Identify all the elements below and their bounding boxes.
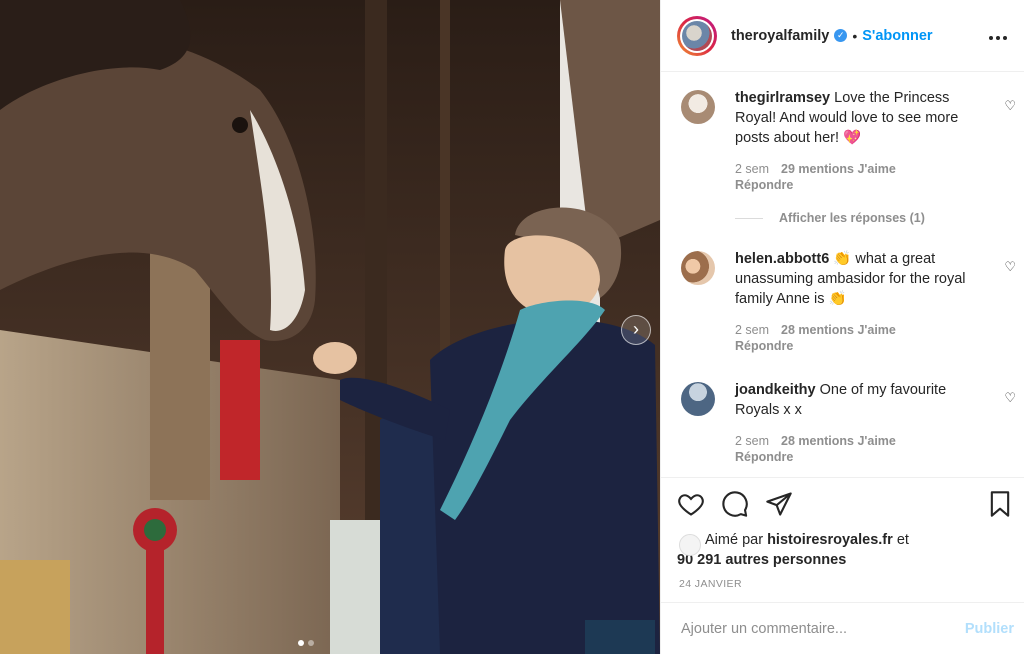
comment-like-heart-icon[interactable]: ♡	[1004, 257, 1016, 277]
liked-by-user[interactable]: histoiresroyales.fr	[767, 532, 893, 548]
reply-button[interactable]: Répondre	[735, 338, 962, 354]
action-icon-row	[661, 478, 1024, 530]
comment-likes-count[interactable]: 28 mentions J'aime	[781, 434, 896, 448]
account-avatar[interactable]	[677, 15, 717, 56]
reply-button[interactable]: Répondre	[735, 177, 962, 193]
comment-username[interactable]: joandkeithy	[735, 382, 816, 398]
comment-username[interactable]: helen.abbott6	[735, 251, 829, 267]
post-actions: Aimé par histoiresroyales.fr et 90 291 a…	[661, 477, 1024, 590]
comment-body: joandkeithy One of my favourite Royals x…	[735, 380, 974, 420]
comment-item: joandkeithy One of my favourite Royals x…	[661, 380, 1024, 465]
post-photo[interactable]: ›	[0, 0, 660, 654]
carousel-dot	[298, 640, 304, 646]
add-comment-input[interactable]	[679, 619, 965, 638]
comment-like-heart-icon[interactable]: ♡	[1004, 388, 1016, 408]
liked-by-and: et	[896, 532, 909, 548]
photo-illustration	[0, 0, 660, 654]
follow-button[interactable]: S'abonner	[862, 28, 932, 44]
comment-likes-count[interactable]: 29 mentions J'aime	[781, 162, 896, 176]
liked-by-prefix: Aimé par	[705, 532, 764, 548]
separator-dot: •	[852, 27, 858, 44]
comment-avatar[interactable]	[681, 251, 715, 285]
liked-by-others[interactable]: 90 291 autres personnes	[677, 552, 846, 568]
comment-body: thegirlramsey Love the Princess Royal! A…	[735, 88, 974, 148]
next-image-button[interactable]: ›	[621, 315, 651, 345]
comment-item: thegirlramsey Love the Princess Royal! A…	[661, 88, 1024, 193]
publish-button[interactable]: Publier	[965, 621, 1014, 637]
view-replies-label: Afficher les réponses (1)	[779, 211, 925, 225]
comment-time: 2 sem	[735, 162, 770, 176]
post-side-panel: theroyalfamily ✓ • S'abonner thegirlrams…	[660, 0, 1024, 654]
comment-time: 2 sem	[735, 434, 770, 448]
comment-meta: 2 sem 28 mentions J'aime Répondre	[735, 322, 974, 354]
more-options-icon[interactable]	[988, 25, 1008, 46]
comment-likes-count[interactable]: 28 mentions J'aime	[781, 323, 896, 337]
share-paper-plane-icon[interactable]	[765, 490, 793, 518]
comment-avatar[interactable]	[681, 382, 715, 416]
account-username[interactable]: theroyalfamily	[731, 28, 829, 44]
avatar-image	[682, 20, 712, 51]
comment-bubble-icon[interactable]	[721, 490, 749, 518]
replies-divider	[735, 217, 763, 219]
bookmark-icon[interactable]	[986, 490, 1014, 518]
view-replies-button[interactable]: Afficher les réponses (1)	[735, 211, 1024, 225]
comment-username[interactable]: thegirlramsey	[735, 90, 830, 106]
comment-avatar[interactable]	[681, 90, 715, 124]
comment-item: helen.abbott6 👏 what a great unassuming …	[661, 249, 1024, 354]
reply-button[interactable]: Répondre	[735, 449, 962, 465]
carousel-indicator	[298, 640, 314, 646]
post-date[interactable]: 24 JANVIER	[661, 578, 1024, 590]
comment-meta: 2 sem 29 mentions J'aime Répondre	[735, 161, 974, 193]
like-heart-icon[interactable]	[677, 490, 705, 518]
comments-list[interactable]: thegirlramsey Love the Princess Royal! A…	[661, 88, 1024, 476]
add-comment-bar: Publier	[661, 602, 1024, 654]
liker-avatar[interactable]	[679, 534, 701, 556]
comment-time: 2 sem	[735, 323, 770, 337]
post-header: theroyalfamily ✓ • S'abonner	[661, 0, 1024, 72]
liked-by-summary: Aimé par histoiresroyales.fr et 90 291 a…	[661, 530, 1024, 570]
comment-meta: 2 sem 28 mentions J'aime Répondre	[735, 433, 974, 465]
comment-body: helen.abbott6 👏 what a great unassuming …	[735, 249, 974, 309]
verified-badge-icon: ✓	[834, 29, 848, 42]
comment-like-heart-icon[interactable]: ♡	[1004, 96, 1016, 116]
carousel-dot	[308, 640, 314, 646]
